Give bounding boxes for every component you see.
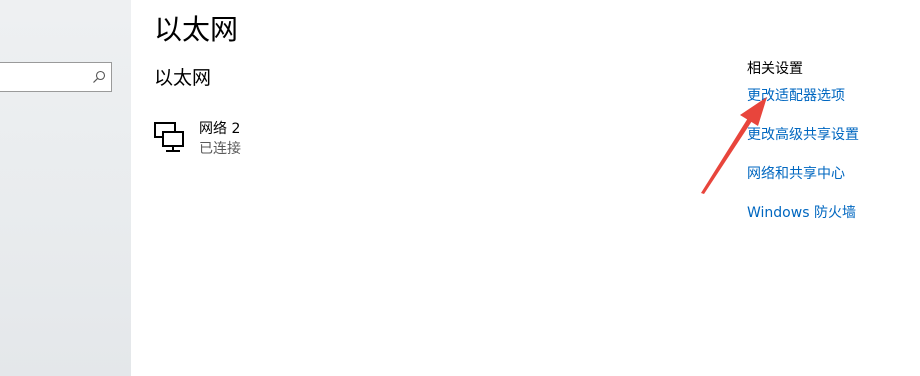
change-adapter-options-link[interactable]: 更改适配器选项 <box>747 87 845 105</box>
search-icon[interactable] <box>92 70 106 84</box>
ethernet-icon <box>154 122 184 152</box>
network-name: 网络 2 <box>199 121 241 137</box>
network-sharing-center-link[interactable]: 网络和共享中心 <box>747 165 845 183</box>
network-item[interactable]: 网络 2 已连接 <box>150 116 390 164</box>
search-input[interactable] <box>0 63 93 91</box>
arrow-shaft <box>701 118 752 194</box>
sidebar <box>0 0 131 376</box>
advanced-sharing-settings-link[interactable]: 更改高级共享设置 <box>747 126 859 144</box>
network-status: 已连接 <box>199 141 241 157</box>
page-title: 以太网 <box>154 13 239 46</box>
related-settings-title: 相关设置 <box>747 61 803 77</box>
search-box[interactable] <box>0 62 112 92</box>
windows-firewall-link[interactable]: Windows 防火墙 <box>747 204 856 222</box>
section-title: 以太网 <box>154 67 212 89</box>
annotation-arrow <box>701 97 767 194</box>
